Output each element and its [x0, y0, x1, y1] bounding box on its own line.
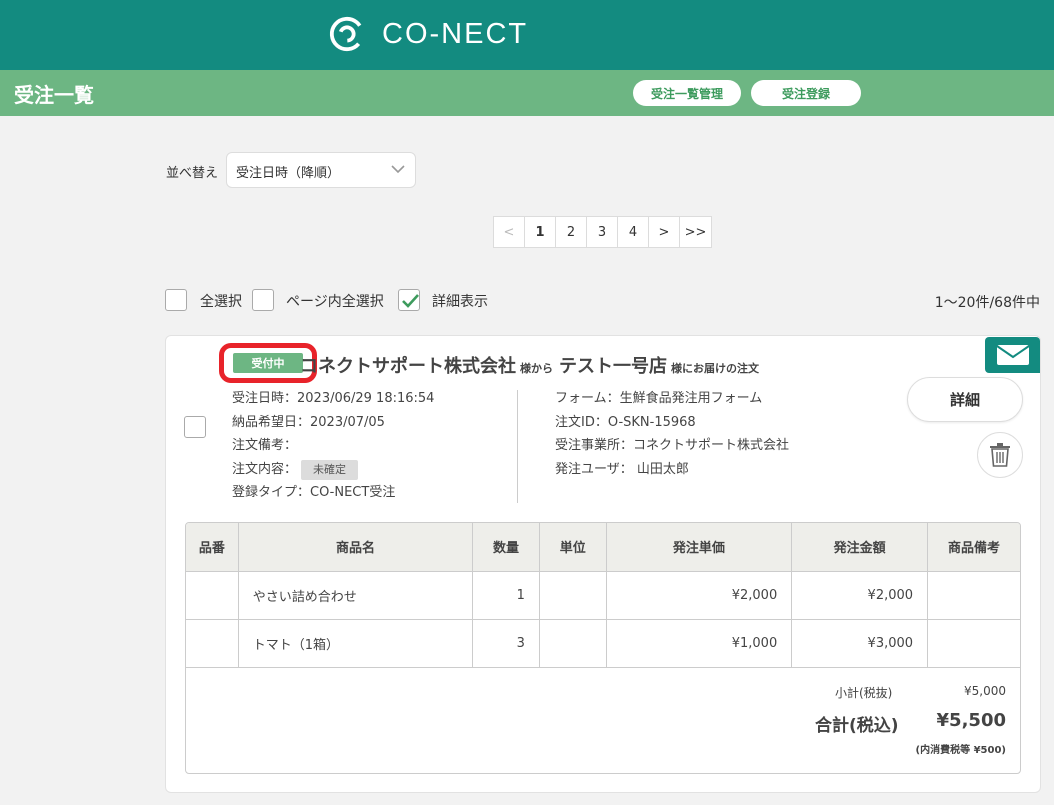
mail-icon	[995, 345, 1030, 365]
order-info-right: フォーム：生鮮食品発注用フォーム 注文ID：O-SKN-15968 受注事業所：…	[555, 387, 789, 481]
conect-logo-icon	[329, 16, 365, 52]
result-count: 1〜20件/68件中	[934, 295, 1040, 311]
pagination-page-1[interactable]: 1	[525, 217, 556, 247]
order-form: フォーム：生鮮食品発注用フォーム	[555, 391, 763, 406]
show-detail-label: 詳細表示	[432, 294, 488, 310]
detail-button[interactable]: 詳細	[907, 377, 1023, 422]
subtotal-label: 小計(税抜)	[835, 686, 893, 700]
select-page-label: ページ内全選択	[286, 294, 384, 310]
cell-note	[927, 619, 1020, 668]
table-header-row: 品番 商品名 数量 単位 発注単価 発注金額 商品備考	[186, 523, 1020, 572]
cell-price: ¥2,000	[606, 571, 793, 620]
pagination-page-3[interactable]: 3	[587, 217, 618, 247]
cell-code	[186, 571, 239, 620]
order-list-management-button[interactable]: 受注一覧管理	[633, 80, 741, 106]
cell-name: トマト（1箱）	[238, 619, 474, 668]
col-header-price: 発注単価	[606, 523, 793, 572]
check-icon	[402, 294, 419, 308]
col-header-note: 商品備考	[927, 523, 1020, 572]
cell-code	[186, 619, 239, 668]
order-title: コネクトサポート株式会社 様から テスト一号店 様にお届けの注文	[300, 352, 765, 378]
order-from-suffix: 様から	[520, 362, 553, 375]
order-user: 発注ユーザ： 山田太郎	[555, 461, 689, 477]
order-content-status: 未確定	[301, 459, 359, 480]
cell-amount: ¥2,000	[791, 571, 929, 620]
pagination-next[interactable]: >	[649, 217, 680, 247]
cell-qty: 1	[472, 571, 540, 620]
pagination-last[interactable]: >>	[680, 217, 711, 247]
order-content-label: 注文内容：	[232, 461, 298, 477]
show-detail-checkbox[interactable]	[398, 289, 420, 311]
chevron-down-icon	[391, 165, 405, 174]
page-title: 受注一覧	[14, 83, 94, 107]
col-header-amount: 発注金額	[791, 523, 929, 572]
cell-name: やさい詰め合わせ	[238, 571, 474, 620]
sort-label: 並べ替え	[166, 166, 219, 181]
select-page-checkbox[interactable]	[252, 289, 274, 311]
cell-qty: 3	[472, 619, 540, 668]
sort-select[interactable]: 受注日時（降順）	[226, 152, 416, 188]
total-value: ¥5,500	[936, 710, 1006, 731]
subtotal-value: ¥5,000	[964, 684, 1006, 698]
cell-note	[927, 571, 1020, 620]
order-note: 注文備考：	[232, 438, 298, 453]
order-from-company: コネクトサポート株式会社	[300, 356, 516, 377]
delete-button[interactable]	[977, 432, 1023, 478]
cell-amount: ¥3,000	[791, 619, 929, 668]
order-content: 注文内容： 未確定	[232, 458, 434, 482]
col-header-qty: 数量	[472, 523, 540, 572]
table-row: やさい詰め合わせ 1 ¥2,000 ¥2,000	[186, 571, 1020, 620]
select-all-label: 全選択	[200, 294, 242, 310]
sort-select-value: 受注日時（降順）	[236, 166, 341, 181]
order-register-button[interactable]: 受注登録	[751, 80, 861, 106]
order-to-suffix: 様にお届けの注文	[671, 362, 759, 375]
total-label: 合計(税込)	[815, 716, 899, 736]
order-items-table: 品番 商品名 数量 単位 発注単価 発注金額 商品備考 やさい詰め合わせ 1 ¥…	[185, 522, 1021, 774]
tax-note: (内消費税等 ¥500)	[915, 745, 1006, 756]
order-info-left: 受注日時：2023/06/29 18:16:54 納品希望日：2023/07/0…	[232, 387, 434, 505]
pagination-prev[interactable]: <	[494, 217, 525, 247]
brand-name: CO-NECT	[382, 17, 529, 50]
registration-type: 登録タイプ：CO-NECT受注	[232, 485, 396, 500]
select-all-checkbox[interactable]	[165, 289, 187, 311]
order-select-checkbox[interactable]	[184, 416, 206, 438]
order-id: 注文ID：O-SKN-15968	[555, 414, 696, 430]
info-divider	[517, 390, 518, 503]
order-to-store: テスト一号店	[559, 356, 667, 377]
pagination-page-2[interactable]: 2	[556, 217, 587, 247]
col-header-name: 商品名	[238, 523, 474, 572]
order-office: 受注事業所：コネクトサポート株式会社	[555, 438, 790, 453]
status-badge: 受付中	[233, 353, 303, 373]
col-header-code: 品番	[186, 523, 239, 572]
mail-button[interactable]	[985, 337, 1040, 373]
col-header-unit: 単位	[539, 523, 607, 572]
cell-price: ¥1,000	[606, 619, 793, 668]
order-datetime: 受注日時：2023/06/29 18:16:54	[232, 391, 435, 406]
cell-unit	[539, 571, 607, 620]
brand-logo[interactable]: CO-NECT	[328, 14, 528, 54]
pagination: < 1 2 3 4 > >>	[493, 216, 712, 248]
sub-header	[0, 70, 1054, 116]
table-row: トマト（1箱） 3 ¥1,000 ¥3,000	[186, 619, 1020, 668]
pagination-page-4[interactable]: 4	[618, 217, 649, 247]
trash-icon	[990, 443, 1010, 467]
delivery-date: 納品希望日：2023/07/05	[232, 414, 385, 430]
cell-unit	[539, 619, 607, 668]
